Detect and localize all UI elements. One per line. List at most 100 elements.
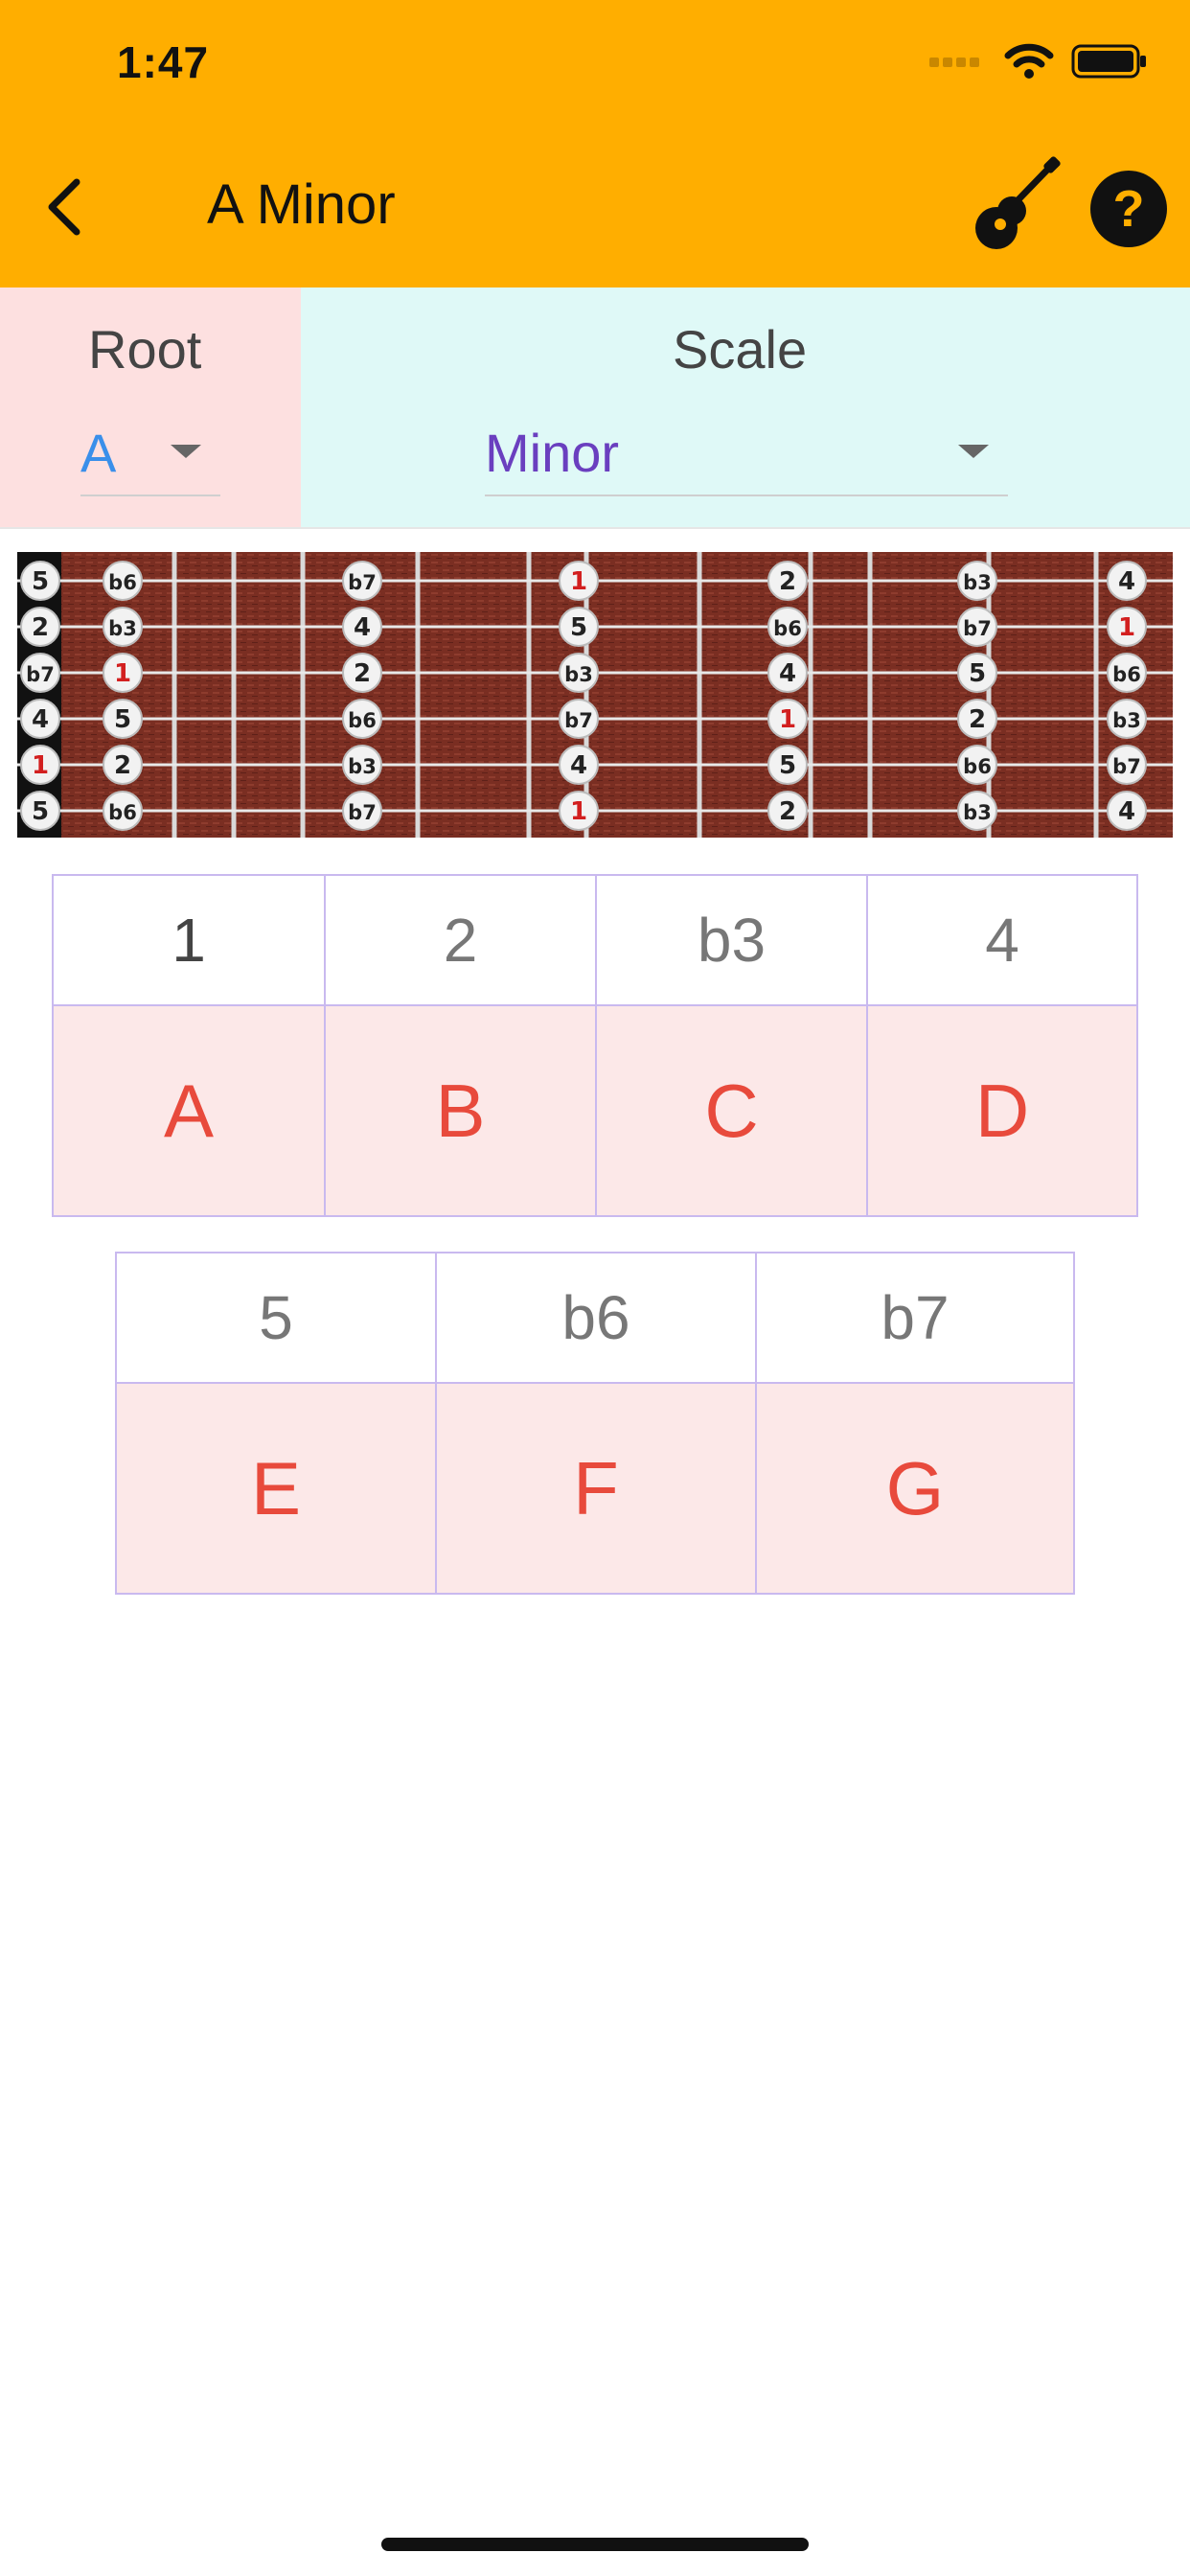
fret-note-label: b6 <box>108 571 137 594</box>
fretboard-wood <box>17 552 1173 838</box>
app-bar: 1:47 A Minor ? <box>0 0 1190 288</box>
wifi-icon <box>1004 43 1054 79</box>
note-label: D <box>868 1006 1136 1215</box>
fret-note-label: b6 <box>963 755 992 778</box>
fret-note: 1 <box>559 791 599 831</box>
fret-note: b6 <box>1107 653 1147 693</box>
home-indicator[interactable] <box>381 2538 809 2551</box>
fret-note-label: b6 <box>1112 663 1141 686</box>
scale-dropdown[interactable]: Minor <box>485 402 1008 496</box>
fret-note: 1 <box>767 699 808 739</box>
fret-note-label: 1 <box>1118 613 1135 642</box>
guitar-button[interactable] <box>958 153 1064 259</box>
fret-note: 4 <box>342 607 382 647</box>
fret-note-label: 5 <box>969 659 986 688</box>
fret-note-label: 1 <box>114 659 131 688</box>
fret-note: b3 <box>103 607 143 647</box>
root-panel: Root A <box>0 288 301 527</box>
fret-note: b3 <box>957 561 997 601</box>
note-cell[interactable]: 2 B <box>326 876 597 1215</box>
root-dropdown[interactable]: A <box>80 402 220 496</box>
fret-note: b6 <box>957 745 997 785</box>
fret-note: 5 <box>20 791 60 831</box>
note-table-1: 1 A 2 B b3 C 4 D <box>52 874 1138 1217</box>
fret-note: b7 <box>342 791 382 831</box>
fret-note-label: b6 <box>108 801 137 824</box>
fret-note-label: 5 <box>779 751 796 780</box>
note-label: E <box>117 1384 435 1593</box>
note-cell[interactable]: b3 C <box>597 876 868 1215</box>
fret-note: 4 <box>1107 561 1147 601</box>
fret-note: b7 <box>20 653 60 693</box>
fret-note: b3 <box>559 653 599 693</box>
fret-note: 1 <box>559 561 599 601</box>
status-time: 1:47 <box>117 37 210 87</box>
fret-note: 2 <box>342 653 382 693</box>
fret-note: b6 <box>342 699 382 739</box>
chevron-left-icon <box>48 178 80 236</box>
fret-note-label: b3 <box>564 663 593 686</box>
fret-note: 4 <box>20 699 60 739</box>
fret-note-label: 5 <box>32 567 49 596</box>
fret-note: 1 <box>103 653 143 693</box>
chevron-down-icon <box>958 445 989 458</box>
fret-note-label: 2 <box>779 567 796 596</box>
note-cell[interactable]: 1 A <box>54 876 326 1215</box>
fret-note-label: b7 <box>963 617 992 640</box>
note-label: G <box>757 1384 1073 1593</box>
fret-note-label: 2 <box>114 751 131 780</box>
battery-icon <box>1071 44 1146 79</box>
fret-note-label: b3 <box>348 755 377 778</box>
guitar-icon <box>975 156 1061 249</box>
fret-note: 1 <box>1107 607 1147 647</box>
help-button[interactable]: ? <box>1088 169 1169 249</box>
note-label: B <box>326 1006 595 1215</box>
fret-note: b6 <box>103 561 143 601</box>
fret-note: 2 <box>767 791 808 831</box>
note-label: F <box>437 1384 755 1593</box>
scale-panel: Scale Minor <box>301 288 1190 527</box>
fret-note-label: b3 <box>1112 709 1141 732</box>
degree-label: b6 <box>437 1254 755 1384</box>
divider <box>0 527 1190 529</box>
root-label: Root <box>88 319 202 380</box>
fret-note-label: 4 <box>32 705 49 734</box>
scale-value: Minor <box>485 423 620 483</box>
fret-note-label: b3 <box>963 801 992 824</box>
fret-note: 2 <box>20 607 60 647</box>
fret-note-label: b6 <box>773 617 802 640</box>
fret-note-label: 2 <box>969 705 986 734</box>
fret-note: 2 <box>957 699 997 739</box>
status-icons <box>929 42 1148 80</box>
note-table-2: 5 E b6 F b7 G <box>115 1252 1075 1595</box>
fret-note: 5 <box>957 653 997 693</box>
root-value: A <box>80 423 117 483</box>
fret-note: b6 <box>103 791 143 831</box>
fret-note: b7 <box>957 607 997 647</box>
fret-note: 4 <box>559 745 599 785</box>
chevron-down-icon <box>171 445 201 458</box>
note-label: C <box>597 1006 866 1215</box>
note-cell[interactable]: 5 E <box>117 1254 437 1593</box>
note-cell[interactable]: 4 D <box>868 876 1136 1215</box>
fretboard: 5 2 b7 4 1 5 b6 b7 1 2 b3 4 b3 4 5 b6 b7 1 1 2 b3 4 5 b6 5 b6 b7 1 2… <box>17 552 1173 838</box>
fret-note-label: 4 <box>570 751 587 780</box>
degree-label: b3 <box>597 876 866 1006</box>
fret-note-label: b7 <box>348 801 377 824</box>
note-cell[interactable]: b6 F <box>437 1254 757 1593</box>
back-button[interactable] <box>34 169 92 245</box>
fret-note-label: 4 <box>354 613 371 642</box>
note-cell[interactable]: b7 G <box>757 1254 1073 1593</box>
fret-note: 4 <box>1107 791 1147 831</box>
fret-note: 2 <box>767 561 808 601</box>
degree-label: 2 <box>326 876 595 1006</box>
scale-label: Scale <box>673 319 808 380</box>
degree-label: b7 <box>757 1254 1073 1384</box>
fret-note-label: 1 <box>570 567 587 596</box>
fret-note-label: 1 <box>779 705 796 734</box>
fret-note-label: 5 <box>32 797 49 826</box>
fret-note-label: b7 <box>564 709 593 732</box>
signal-icon <box>929 58 979 67</box>
svg-text:?: ? <box>1113 180 1145 238</box>
fret-note-label: 2 <box>779 797 796 826</box>
